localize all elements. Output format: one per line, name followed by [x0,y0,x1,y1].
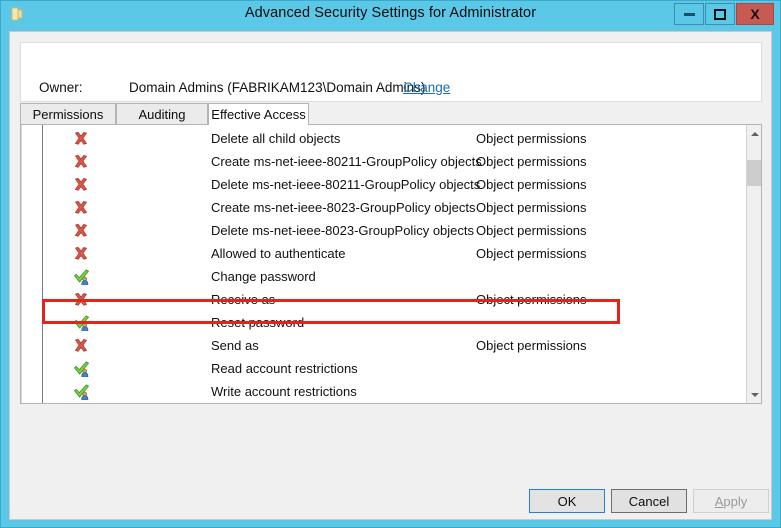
tab-auditing[interactable]: Auditing [116,103,208,124]
scrollbar-thumb[interactable] [747,160,762,186]
change-owner-link[interactable]: Change [403,80,450,95]
table-row[interactable]: Reset password [21,312,746,335]
apply-accel-letter: A [715,494,724,509]
permission-name: Delete all child objects [211,131,340,146]
permission-name: Delete ms-net-ieee-8023-GroupPolicy obje… [211,223,474,238]
apply-label-rest: pply [723,494,747,509]
access-source: Object permissions [476,246,587,261]
deny-x-icon [73,154,91,171]
permission-name: Reset password [211,315,304,330]
permission-name: Receive as [211,292,275,307]
chevron-down-icon [751,393,759,397]
access-source: Object permissions [476,292,587,307]
permission-name: Change password [211,269,316,284]
table-row[interactable]: Write account restrictions [21,381,746,403]
allow-check-icon [73,269,91,286]
permission-name: Create ms-net-ieee-80211-GroupPolicy obj… [211,154,482,169]
table-row[interactable]: Send as Object permissions [21,335,746,358]
deny-x-icon [73,338,91,355]
permission-name: Write account restrictions [211,384,357,399]
list-rows-container: Delete all child objects Object permissio… [21,125,746,403]
table-row[interactable]: Create ms-net-ieee-8023-GroupPolicy obje… [21,197,746,220]
apply-button: Apply [693,489,769,513]
cancel-button[interactable]: Cancel [611,489,687,513]
table-row[interactable]: Delete ms-net-ieee-8023-GroupPolicy obje… [21,220,746,243]
permission-name: Delete ms-net-ieee-80211-GroupPolicy obj… [211,177,480,192]
close-button[interactable]: X [736,3,774,25]
deny-x-icon [73,177,91,194]
scroll-up-button[interactable] [747,125,762,142]
table-row[interactable]: Delete all child objects Object permissio… [21,128,746,151]
table-row[interactable]: Receive as Object permissions [21,289,746,312]
owner-panel: Owner: Domain Admins (FABRIKAM123\Domain… [20,42,762,102]
access-source: Object permissions [476,154,587,169]
allow-check-icon [73,384,91,401]
deny-x-icon [73,223,91,240]
permission-name: Allowed to authenticate [211,246,345,261]
tab-strip: Permissions Auditing Effective Access [20,103,762,124]
table-row[interactable]: Create ms-net-ieee-80211-GroupPolicy obj… [21,151,746,174]
owner-label: Owner: [39,80,83,95]
dialog-body: Owner: Domain Admins (FABRIKAM123\Domain… [9,31,772,520]
maximize-button[interactable] [705,3,735,25]
scroll-down-button[interactable] [747,386,762,403]
chevron-up-icon [751,132,759,136]
maximize-icon [714,9,726,20]
allow-check-icon [73,315,91,332]
access-source: Object permissions [476,223,587,238]
permission-name: Create ms-net-ieee-8023-GroupPolicy obje… [211,200,475,215]
allow-check-icon [73,361,91,378]
advanced-security-settings-window: Advanced Security Settings for Administr… [0,0,781,528]
deny-x-icon [73,200,91,217]
window-title: Advanced Security Settings for Administr… [1,5,780,21]
vertical-scrollbar[interactable] [746,125,761,403]
table-row[interactable]: Read account restrictions [21,358,746,381]
access-source: Object permissions [476,200,587,215]
ok-button[interactable]: OK [529,489,605,513]
deny-x-icon [73,292,91,309]
deny-x-icon [73,246,91,263]
permission-name: Send as [211,338,259,353]
access-source: Object permissions [476,131,587,146]
minimize-button[interactable] [674,3,704,25]
access-source: Object permissions [476,338,587,353]
effective-access-list[interactable]: Delete all child objects Object permissio… [20,124,762,404]
table-row[interactable]: Delete ms-net-ieee-80211-GroupPolicy obj… [21,174,746,197]
table-row[interactable]: Allowed to authenticate Object permission… [21,243,746,266]
access-source: Object permissions [476,177,587,192]
minimize-icon [684,13,695,16]
table-row[interactable]: Change password [21,266,746,289]
deny-x-icon [73,131,91,148]
tab-permissions[interactable]: Permissions [20,103,116,124]
title-bar: Advanced Security Settings for Administr… [1,1,780,29]
tab-effective-access[interactable]: Effective Access [208,103,309,125]
permission-name: Read account restrictions [211,361,358,376]
owner-value: Domain Admins (FABRIKAM123\Domain Admins… [129,80,425,95]
